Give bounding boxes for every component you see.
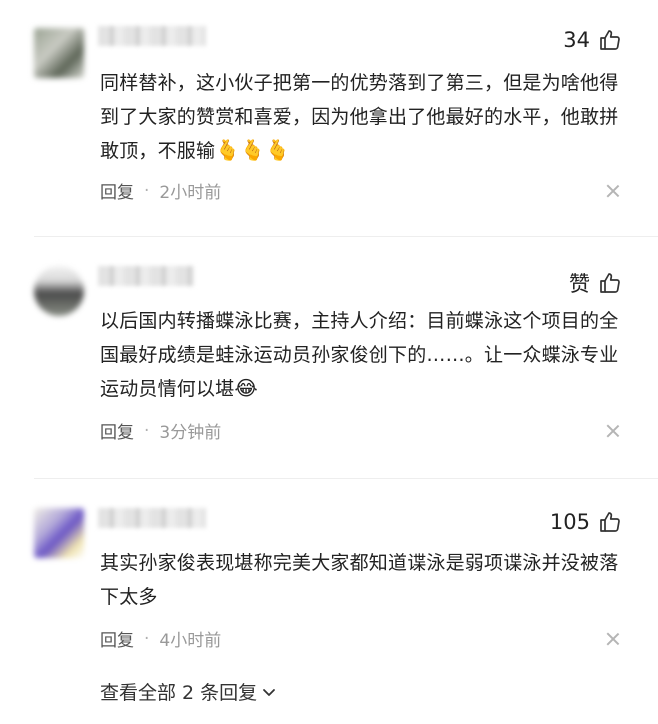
username-blurred[interactable] <box>98 508 206 528</box>
avatar[interactable] <box>34 266 84 316</box>
like-button[interactable]: 赞 <box>569 268 622 298</box>
like-count: 105 <box>549 510 590 534</box>
like-button[interactable]: 34 <box>563 28 622 52</box>
comment-text-content: 同样替补，这小伙子把第一的优势落到了第三，但是为啥他得到了大家的赞赏和喜爱，因为… <box>100 72 619 162</box>
thumbs-up-icon <box>600 273 620 293</box>
close-icon[interactable] <box>606 184 620 198</box>
view-all-replies-label: 查看全部 2 条回复 <box>100 682 258 704</box>
like-count: 赞 <box>569 272 590 296</box>
thumbs-up-icon <box>600 512 620 532</box>
separator-dot: · <box>144 180 150 201</box>
separator-dot: · <box>144 628 150 649</box>
username-blurred[interactable] <box>98 26 206 46</box>
thumbs-up-icon <box>600 30 620 50</box>
emoji: 🫰🫰🫰 <box>215 138 291 162</box>
timestamp: 2小时前 <box>159 183 222 203</box>
comment-meta: 回复 · 4小时前 <box>100 626 222 652</box>
comment-text: 其实孙家俊表现堪称完美大家都知道谍泳是弱项谍泳并没被落下太多 <box>100 546 632 614</box>
comment-text: 同样替补，这小伙子把第一的优势落到了第三，但是为啥他得到了大家的赞赏和喜爱，因为… <box>100 66 632 168</box>
timestamp: 4小时前 <box>159 631 222 651</box>
reply-button[interactable]: 回复 <box>100 626 134 651</box>
like-count: 34 <box>563 28 590 52</box>
username-blurred[interactable] <box>98 266 194 286</box>
comment-text: 以后国内转播蝶泳比赛，主持人介绍：目前蝶泳这个项目的全国最好成绩是蛙泳运动员孙家… <box>100 304 632 406</box>
avatar[interactable] <box>34 508 84 558</box>
avatar[interactable] <box>34 28 84 78</box>
timestamp: 3分钟前 <box>159 423 222 443</box>
comment-meta: 回复 · 2小时前 <box>100 178 222 204</box>
comment-text-content: 以后国内转播蝶泳比赛，主持人介绍：目前蝶泳这个项目的全国最好成绩是蛙泳运动员孙家… <box>100 310 619 400</box>
comment-meta: 回复 · 3分钟前 <box>100 418 222 444</box>
reply-button[interactable]: 回复 <box>100 178 134 203</box>
emoji: 😂 <box>234 376 258 400</box>
separator-dot: · <box>144 420 150 441</box>
like-button[interactable]: 105 <box>550 510 622 534</box>
divider <box>34 236 658 237</box>
view-all-replies-button[interactable]: 查看全部 2 条回复 <box>100 678 277 705</box>
chevron-down-icon <box>263 688 276 696</box>
divider <box>34 478 658 479</box>
close-icon[interactable] <box>606 632 620 646</box>
reply-button[interactable]: 回复 <box>100 418 134 443</box>
close-icon[interactable] <box>606 424 620 438</box>
comment-text-content: 其实孙家俊表现堪称完美大家都知道谍泳是弱项谍泳并没被落下太多 <box>100 552 619 608</box>
